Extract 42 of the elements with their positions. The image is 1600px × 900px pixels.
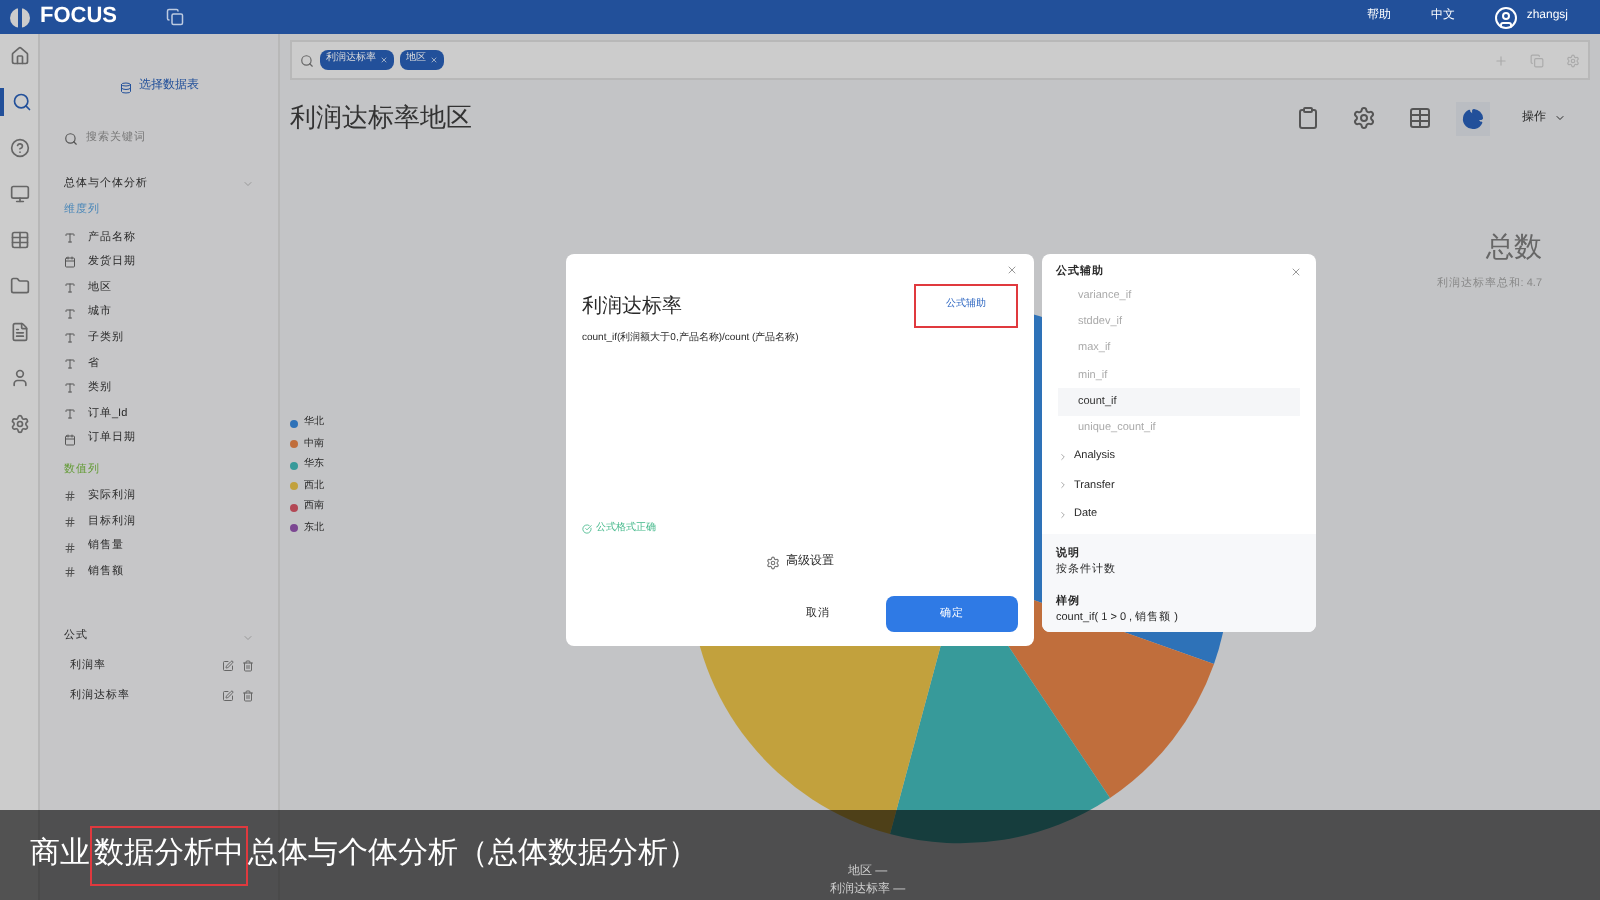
calendar-icon bbox=[64, 433, 76, 446]
check-icon bbox=[582, 523, 592, 534]
chevron-icon bbox=[1058, 451, 1068, 462]
clipboard-icon[interactable] bbox=[1296, 106, 1320, 130]
close-icon[interactable] bbox=[1006, 264, 1018, 276]
text-type-icon bbox=[64, 407, 76, 420]
trash-icon[interactable] bbox=[242, 690, 254, 703]
chevron-icon bbox=[1058, 509, 1068, 520]
dialog-title: 利润达标率 bbox=[582, 293, 682, 321]
chevron-icon bbox=[1058, 480, 1068, 491]
text-type-icon bbox=[64, 332, 76, 345]
edit-icon[interactable] bbox=[222, 690, 234, 703]
avatar-icon[interactable] bbox=[1494, 5, 1519, 29]
text-type-icon bbox=[64, 382, 76, 395]
number-icon bbox=[64, 515, 76, 528]
close-icon[interactable] bbox=[1290, 266, 1302, 279]
text-type-icon bbox=[64, 281, 76, 294]
total-title: 总数 bbox=[1486, 228, 1542, 266]
number-icon bbox=[64, 541, 76, 554]
number-icon bbox=[64, 490, 76, 503]
settings-icon bbox=[766, 556, 780, 570]
number-icon bbox=[64, 566, 76, 579]
text-type-icon bbox=[64, 307, 76, 320]
edit-icon[interactable] bbox=[222, 660, 234, 673]
caption-text: 商业 bbox=[30, 834, 90, 875]
calendar-icon bbox=[64, 256, 76, 269]
pie-view-button[interactable] bbox=[1456, 101, 1490, 135]
window-icon[interactable] bbox=[165, 8, 183, 26]
database-icon bbox=[119, 81, 131, 93]
table-icon[interactable] bbox=[1408, 106, 1432, 130]
logo-text: FOCUS bbox=[40, 2, 117, 33]
search-icon bbox=[64, 131, 78, 145]
text-type-icon bbox=[64, 357, 76, 370]
page-title: 利润达标率地区 bbox=[290, 100, 472, 137]
logo-icon bbox=[8, 5, 32, 29]
settings-icon[interactable] bbox=[1352, 106, 1376, 130]
caret-icon bbox=[1554, 112, 1566, 124]
caption-text: 数据分析中 bbox=[94, 834, 244, 875]
text-type-icon bbox=[64, 231, 76, 244]
search-icon bbox=[300, 53, 314, 67]
trash-icon[interactable] bbox=[242, 660, 254, 673]
caption-text: 总体与个体分析（总体数据分析） bbox=[248, 834, 698, 875]
